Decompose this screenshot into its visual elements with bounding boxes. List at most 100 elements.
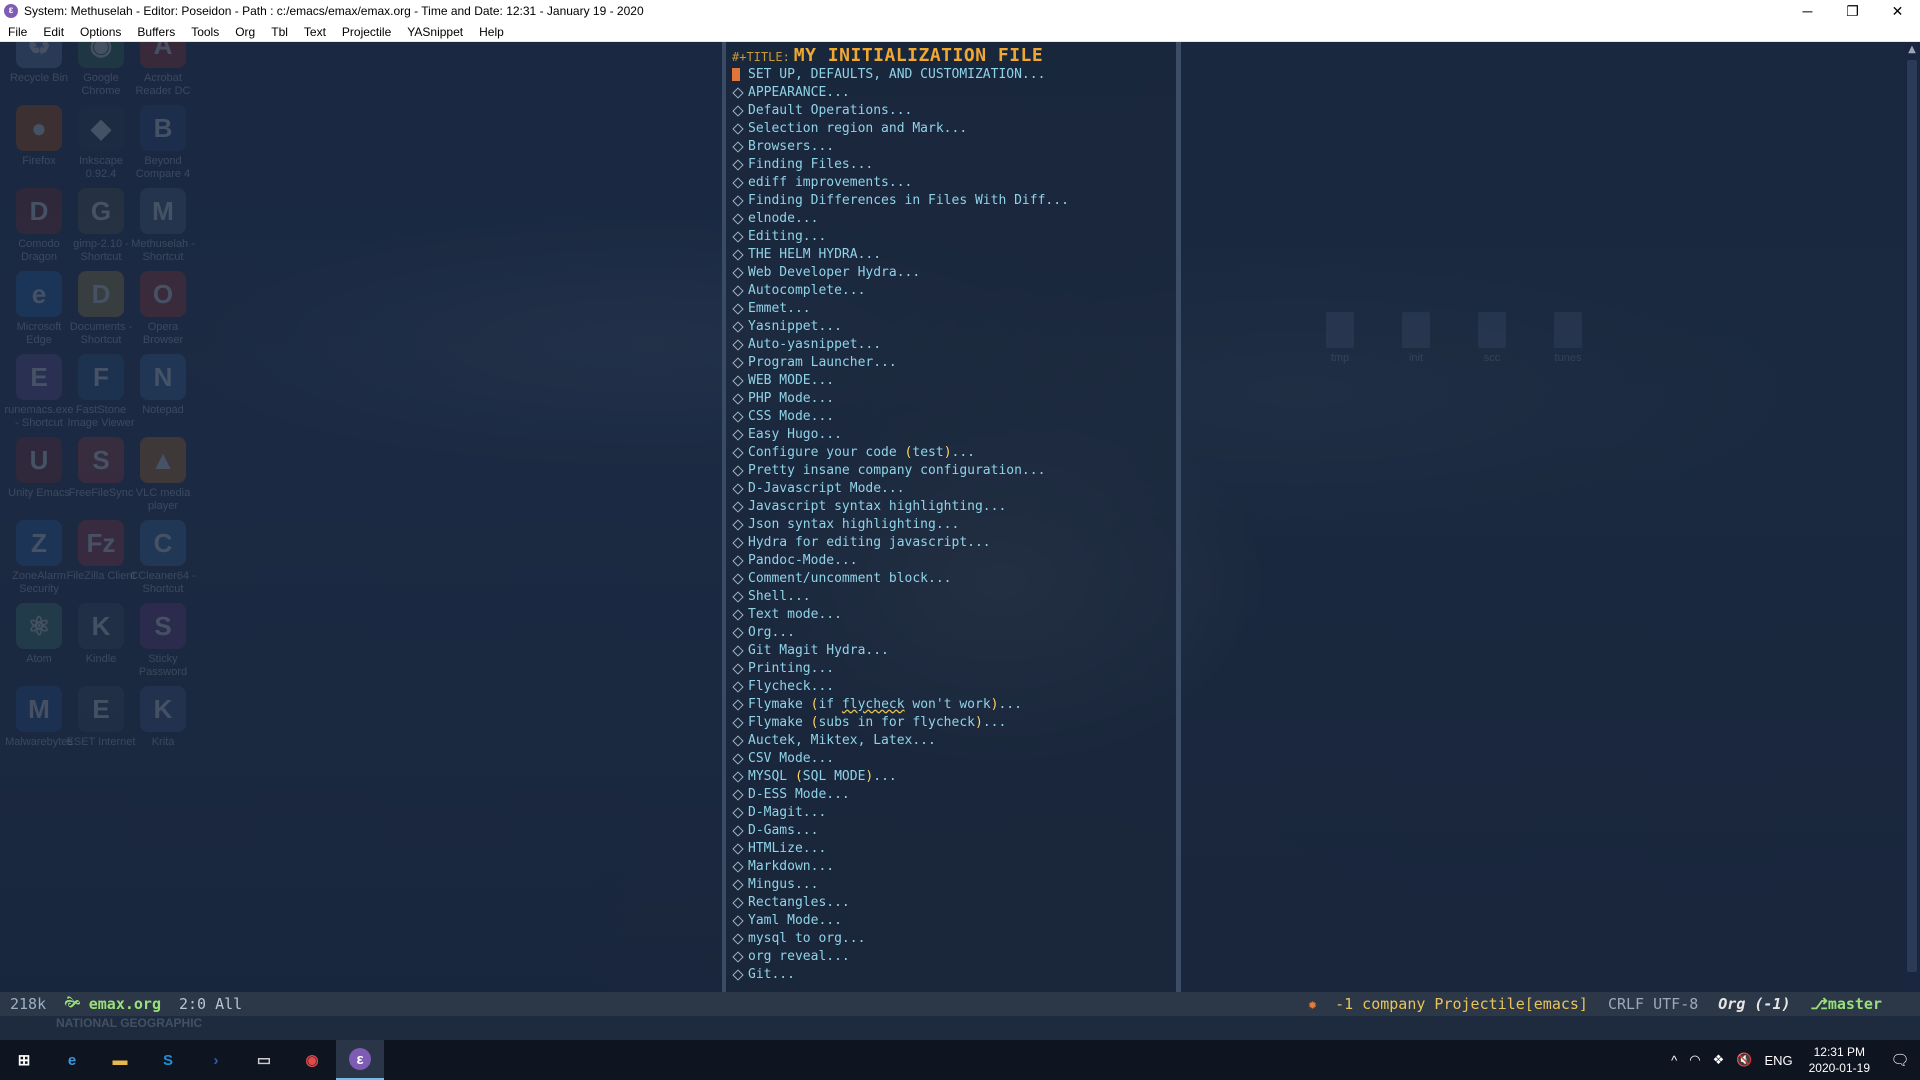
org-heading[interactable]: Browsers... xyxy=(732,137,1180,155)
menu-help[interactable]: Help xyxy=(471,25,512,39)
org-heading[interactable]: APPEARANCE... xyxy=(732,83,1180,101)
org-heading[interactable]: Hydra for editing javascript... xyxy=(732,533,1180,551)
org-heading[interactable]: Easy Hugo... xyxy=(732,425,1180,443)
org-heading[interactable]: Selection region and Mark... xyxy=(732,119,1180,137)
org-heading[interactable]: Javascript syntax highlighting... xyxy=(732,497,1180,515)
scroll-up-icon[interactable]: ▲ xyxy=(1904,42,1920,58)
org-heading[interactable]: ediff improvements... xyxy=(732,173,1180,191)
org-heading[interactable]: Auto-yasnippet... xyxy=(732,335,1180,353)
restore-button[interactable]: ❐ xyxy=(1830,0,1875,22)
org-heading[interactable]: Git... xyxy=(732,965,1180,983)
menu-text[interactable]: Text xyxy=(296,25,334,39)
org-heading[interactable]: org reveal... xyxy=(732,947,1180,965)
menu-yasnippet[interactable]: YASnippet xyxy=(399,25,471,39)
org-heading[interactable]: D-ESS Mode... xyxy=(732,785,1180,803)
org-heading[interactable]: Emmet... xyxy=(732,299,1180,317)
taskbar-edge-button[interactable]: e xyxy=(48,1040,96,1080)
org-heading[interactable]: Flymake (if flycheck won't work)... xyxy=(732,695,1180,713)
org-heading-text: elnode... xyxy=(748,210,819,226)
org-heading[interactable]: Yaml Mode... xyxy=(732,911,1180,929)
org-heading[interactable]: Flymake (subs in for flycheck)... xyxy=(732,713,1180,731)
menu-tbl[interactable]: Tbl xyxy=(263,25,296,39)
minor-modes[interactable]: -1 company Projectile[emacs] xyxy=(1335,995,1588,1013)
org-heading[interactable]: Editing... xyxy=(732,227,1180,245)
taskbar-terminal-button[interactable]: ▭ xyxy=(240,1040,288,1080)
taskbar-powershell-button[interactable]: › xyxy=(192,1040,240,1080)
notification-icon[interactable]: 🗨 xyxy=(1880,1040,1920,1080)
emacs-icon: ε xyxy=(4,4,18,18)
org-heading[interactable]: Git Magit Hydra... xyxy=(732,641,1180,659)
dropbox-icon[interactable]: ❖ xyxy=(1707,1052,1731,1068)
wifi-icon[interactable]: ◠ xyxy=(1683,1052,1706,1068)
menu-tools[interactable]: Tools xyxy=(183,25,227,39)
org-heading[interactable]: THE HELM HYDRA... xyxy=(732,245,1180,263)
org-buffer[interactable]: #+TITLE: MY INITIALIZATION FILE SET UP, … xyxy=(732,45,1180,983)
org-heading[interactable]: SET UP, DEFAULTS, AND CUSTOMIZATION... xyxy=(732,65,1180,83)
menu-buffers[interactable]: Buffers xyxy=(129,25,183,39)
org-heading[interactable]: Default Operations... xyxy=(732,101,1180,119)
org-heading-text: Comment/uncomment block... xyxy=(748,570,952,586)
major-mode[interactable]: Org (-1) xyxy=(1718,995,1790,1013)
org-heading[interactable]: Configure your code (test)... xyxy=(732,443,1180,461)
org-heading[interactable]: elnode... xyxy=(732,209,1180,227)
org-heading[interactable]: Autocomplete... xyxy=(732,281,1180,299)
menu-org[interactable]: Org xyxy=(227,25,263,39)
encoding-indicator[interactable]: CRLF UTF-8 xyxy=(1608,995,1698,1013)
minimize-button[interactable]: ─ xyxy=(1785,0,1830,22)
org-heading[interactable]: Auctek, Miktex, Latex... xyxy=(732,731,1180,749)
menu-projectile[interactable]: Projectile xyxy=(334,25,399,39)
menu-file[interactable]: File xyxy=(0,25,35,39)
org-heading-text: Hydra for editing javascript... xyxy=(748,534,991,550)
org-heading[interactable]: Flycheck... xyxy=(732,677,1180,695)
org-heading[interactable]: PHP Mode... xyxy=(732,389,1180,407)
org-heading[interactable]: WEB MODE... xyxy=(732,371,1180,389)
vertical-scrollbar[interactable]: ▲ xyxy=(1904,42,1920,992)
org-heading[interactable]: mysql to org... xyxy=(732,929,1180,947)
taskbar-skype-button[interactable]: S xyxy=(144,1040,192,1080)
org-heading[interactable]: CSS Mode... xyxy=(732,407,1180,425)
org-heading[interactable]: CSV Mode... xyxy=(732,749,1180,767)
taskbar-media-button[interactable]: ◉ xyxy=(288,1040,336,1080)
org-heading[interactable]: Mingus... xyxy=(732,875,1180,893)
org-heading[interactable]: Program Launcher... xyxy=(732,353,1180,371)
org-heading[interactable]: Comment/uncomment block... xyxy=(732,569,1180,587)
org-heading[interactable]: D-Magit... xyxy=(732,803,1180,821)
org-heading[interactable]: Web Developer Hydra... xyxy=(732,263,1180,281)
taskbar-emacs-button[interactable]: ε xyxy=(336,1040,384,1080)
close-button[interactable]: ✕ xyxy=(1875,0,1920,22)
org-heading[interactable]: Markdown... xyxy=(732,857,1180,875)
tray-overflow-icon[interactable]: ^ xyxy=(1665,1053,1683,1068)
org-heading[interactable]: HTMLize... xyxy=(732,839,1180,857)
mute-icon[interactable]: 🔇 xyxy=(1730,1052,1758,1068)
org-heading[interactable]: Finding Files... xyxy=(732,155,1180,173)
org-heading[interactable]: Org... xyxy=(732,623,1180,641)
scrollbar-thumb[interactable] xyxy=(1907,60,1917,972)
menu-edit[interactable]: Edit xyxy=(35,25,72,39)
menu-options[interactable]: Options xyxy=(72,25,129,39)
org-heading[interactable]: Shell... xyxy=(732,587,1180,605)
org-heading[interactable]: Yasnippet... xyxy=(732,317,1180,335)
echo-area[interactable]: NATIONAL GEOGRAPHIC xyxy=(0,1016,1920,1040)
diamond-bullet-icon xyxy=(732,825,742,835)
language-indicator[interactable]: ENG xyxy=(1758,1053,1798,1068)
org-heading[interactable]: Finding Differences in Files With Diff..… xyxy=(732,191,1180,209)
org-heading[interactable]: Json syntax highlighting... xyxy=(732,515,1180,533)
org-heading[interactable]: Printing... xyxy=(732,659,1180,677)
org-heading-text: Emmet... xyxy=(748,300,811,316)
org-editor-window[interactable]: #+TITLE: MY INITIALIZATION FILE SET UP, … xyxy=(722,42,1180,992)
right-empty-window[interactable] xyxy=(1181,42,1904,992)
org-heading[interactable]: Text mode... xyxy=(732,605,1180,623)
taskbar-file-explorer-button[interactable]: ▬ xyxy=(96,1040,144,1080)
clock[interactable]: 12:31 PM 2020-01-19 xyxy=(1799,1044,1880,1076)
org-heading-text: Finding Files... xyxy=(748,156,874,172)
org-heading[interactable]: Pandoc-Mode... xyxy=(732,551,1180,569)
org-heading[interactable]: MYSQL (SQL MODE)... xyxy=(732,767,1180,785)
git-branch[interactable]: ⎇master xyxy=(1811,995,1882,1013)
bug-icon[interactable]: ✹ xyxy=(1308,995,1317,1013)
org-heading[interactable]: D-Javascript Mode... xyxy=(732,479,1180,497)
org-heading[interactable]: Pretty insane company configuration... xyxy=(732,461,1180,479)
org-heading[interactable]: D-Gams... xyxy=(732,821,1180,839)
buffer-name[interactable]: emax.org xyxy=(89,995,161,1013)
taskbar-windows-start-button[interactable]: ⊞ xyxy=(0,1040,48,1080)
org-heading[interactable]: Rectangles... xyxy=(732,893,1180,911)
